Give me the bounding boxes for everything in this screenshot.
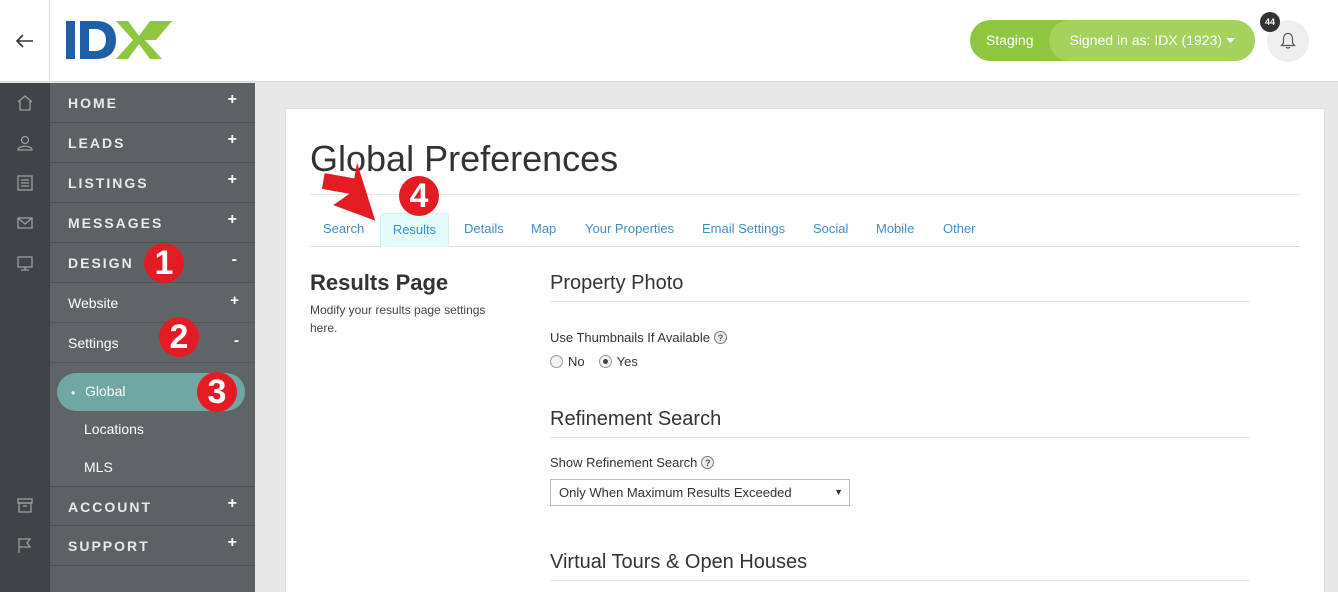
- radio-yes-label: Yes: [616, 354, 638, 369]
- listings-icon[interactable]: [15, 173, 35, 193]
- caret-down-icon: ▼: [834, 487, 843, 497]
- radio-yes[interactable]: [598, 355, 612, 368]
- expand-icon: +: [227, 534, 237, 551]
- sidebar-item-mls[interactable]: MLS: [84, 459, 113, 475]
- envelope-icon[interactable]: [15, 213, 35, 233]
- help-icon[interactable]: ?: [713, 331, 727, 344]
- signed-in-dropdown[interactable]: Signed in as: IDX (1923): [1049, 20, 1256, 61]
- signed-in-label: Signed in as: IDX (1923): [1069, 32, 1223, 48]
- sidebar-item-label: HOME: [68, 95, 118, 111]
- caret-down-icon: [1226, 37, 1236, 43]
- sidebar-nav: HOME + LEADS + LISTINGS + MESSAGES + DES…: [50, 83, 255, 592]
- property-photo-heading: Property Photo: [550, 272, 684, 294]
- user-icon[interactable]: [15, 133, 35, 153]
- sidebar-item-label: Global: [85, 383, 126, 399]
- sidebar-item-account[interactable]: ACCOUNT +: [50, 486, 255, 526]
- sidebar-item-support[interactable]: SUPPORT +: [50, 526, 255, 566]
- title-divider: [310, 194, 1300, 195]
- sidebar-item-label: ACCOUNT: [68, 499, 152, 515]
- field-label-text: Show Refinement Search: [550, 455, 698, 470]
- collapse-icon: -: [231, 251, 237, 268]
- archive-icon[interactable]: [15, 495, 35, 515]
- staging-label[interactable]: Staging: [970, 20, 1049, 61]
- expand-icon: +: [227, 495, 237, 512]
- icon-rail: [0, 83, 50, 592]
- home-icon[interactable]: [15, 93, 35, 113]
- preference-tabs: Search Results Details Map Your Properti…: [310, 213, 1300, 247]
- bell-icon: [1280, 32, 1296, 49]
- flag-icon[interactable]: [15, 535, 35, 555]
- thumbnails-radio-group: No Yes: [550, 354, 638, 369]
- main-panel: [285, 108, 1325, 592]
- sidebar-item-messages[interactable]: MESSAGES +: [50, 203, 255, 243]
- select-value: Only When Maximum Results Exceeded: [559, 485, 792, 500]
- step-marker-4: 4: [399, 176, 439, 216]
- virtual-tours-heading: Virtual Tours & Open Houses: [550, 551, 808, 573]
- sidebar-item-locations[interactable]: Locations: [84, 421, 144, 437]
- expand-icon: +: [230, 292, 239, 309]
- sidebar-item-settings[interactable]: Settings -: [50, 323, 255, 363]
- thumbnails-field-label: Use Thumbnails If Available ?: [550, 330, 727, 345]
- tab-email-settings[interactable]: Email Settings: [702, 213, 785, 247]
- refinement-select[interactable]: Only When Maximum Results Exceeded ▼: [550, 479, 850, 506]
- step-marker-3: 3: [197, 372, 237, 412]
- expand-icon: +: [227, 131, 237, 148]
- tab-other[interactable]: Other: [943, 213, 976, 247]
- step-marker-1: 1: [144, 243, 184, 283]
- group-divider: [550, 301, 1250, 302]
- back-button[interactable]: [0, 0, 50, 82]
- sidebar-item-label: LEADS: [68, 135, 126, 151]
- tab-map[interactable]: Map: [531, 213, 556, 247]
- section-title: Results Page: [310, 270, 449, 295]
- radio-no[interactable]: [550, 355, 563, 368]
- sidebar-item-label: MESSAGES: [68, 215, 164, 231]
- active-dot-icon: •: [71, 386, 76, 400]
- group-divider: [550, 580, 1250, 581]
- sidebar-item-label: Website: [68, 295, 119, 311]
- sidebar-item-label: LISTINGS: [68, 175, 149, 191]
- sidebar-item-label: Settings: [68, 335, 119, 351]
- sidebar-item-website[interactable]: Website +: [50, 283, 255, 323]
- environment-switcher[interactable]: Staging Signed in as: IDX (1923): [970, 20, 1256, 61]
- expand-icon: +: [227, 91, 237, 108]
- tab-your-properties[interactable]: Your Properties: [585, 213, 674, 247]
- sidebar-item-leads[interactable]: LEADS +: [50, 123, 255, 163]
- refinement-field-label: Show Refinement Search ?: [550, 455, 715, 470]
- sidebar-item-label: SUPPORT: [68, 538, 150, 554]
- tab-results[interactable]: Results: [380, 213, 449, 247]
- field-label-text: Use Thumbnails If Available: [550, 330, 710, 345]
- annotation-arrow-icon: [321, 162, 376, 221]
- group-divider: [550, 437, 1250, 438]
- back-arrow-icon: [15, 34, 33, 48]
- section-description: Modify your results page settings here.: [310, 303, 486, 335]
- sidebar-item-listings[interactable]: LISTINGS +: [50, 163, 255, 203]
- step-marker-2: 2: [159, 317, 199, 357]
- sidebar-item-home[interactable]: HOME +: [50, 83, 255, 123]
- tab-social[interactable]: Social: [813, 213, 848, 247]
- idx-logo[interactable]: [66, 20, 172, 65]
- help-icon[interactable]: ?: [701, 456, 715, 469]
- collapse-icon: -: [234, 332, 239, 349]
- tab-details[interactable]: Details: [464, 213, 504, 247]
- expand-icon: +: [227, 171, 237, 188]
- radio-no-label: No: [568, 354, 585, 369]
- notification-count-badge: 44: [1260, 12, 1280, 32]
- monitor-icon[interactable]: [15, 253, 35, 273]
- expand-icon: +: [227, 211, 237, 228]
- top-header: Staging Signed in as: IDX (1923) 44: [0, 0, 1338, 82]
- refinement-search-heading: Refinement Search: [550, 408, 722, 430]
- tab-mobile[interactable]: Mobile: [876, 213, 914, 247]
- sidebar-item-label: DESIGN: [68, 255, 134, 271]
